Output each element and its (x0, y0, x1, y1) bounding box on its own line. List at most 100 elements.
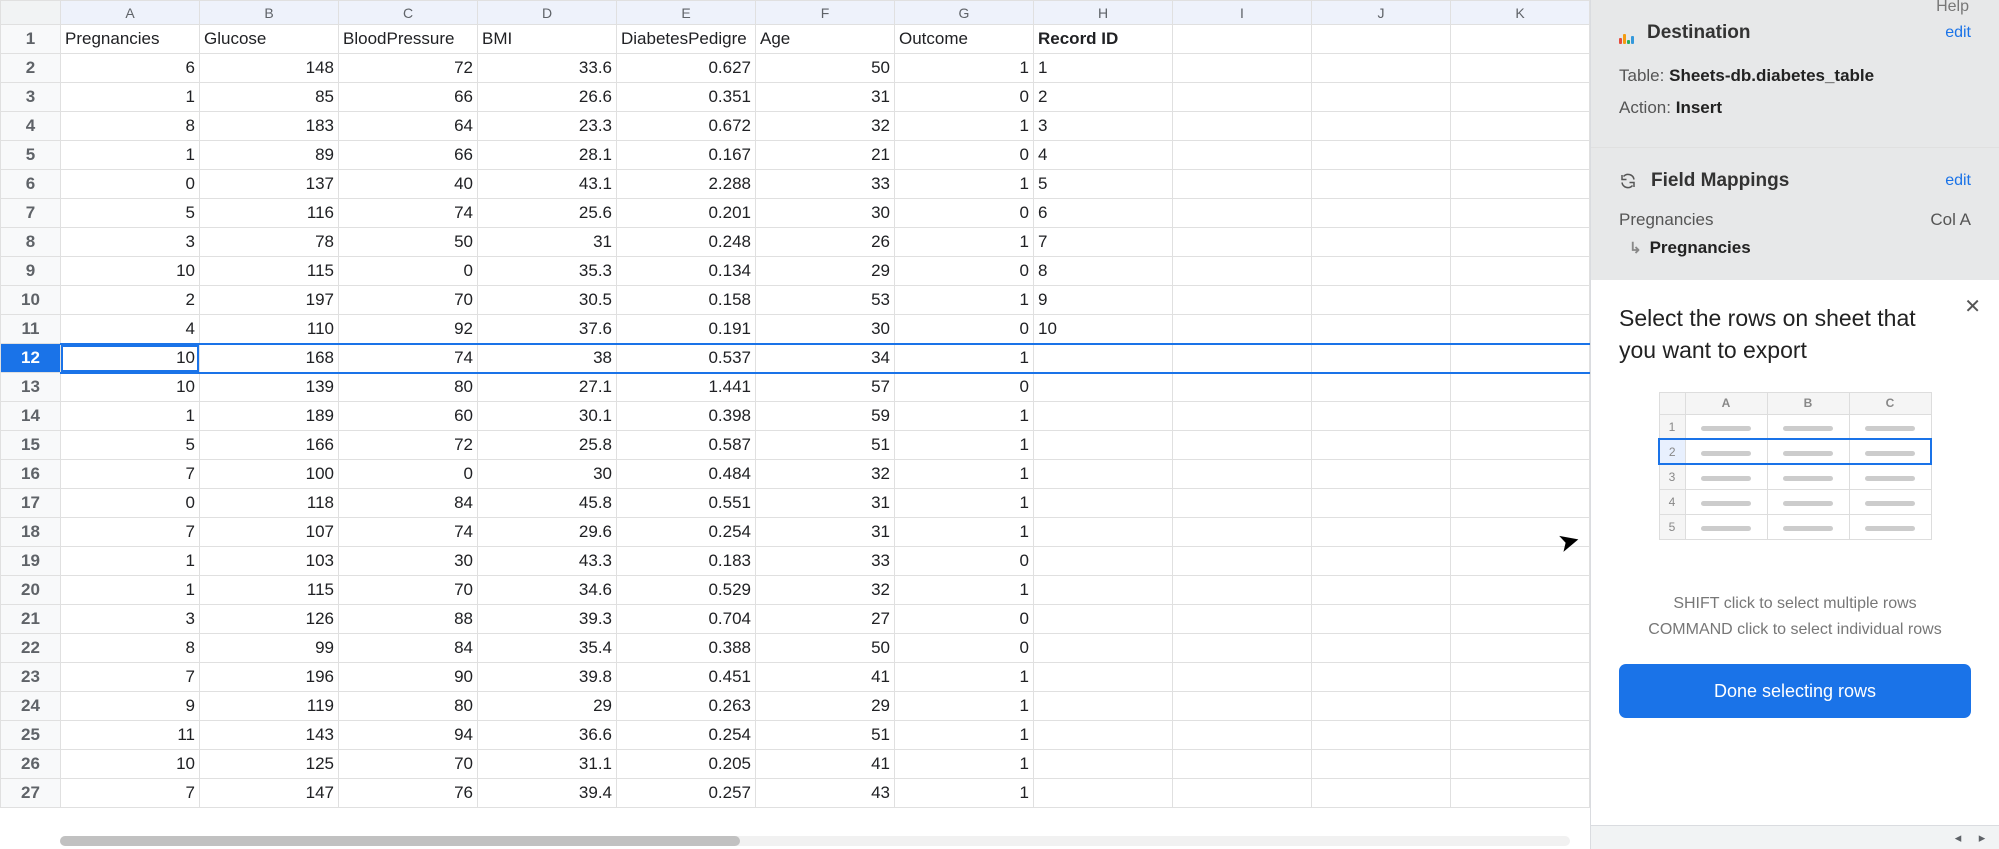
cell[interactable]: 10 (61, 257, 200, 286)
cell[interactable] (1173, 460, 1312, 489)
cell[interactable] (1173, 721, 1312, 750)
cell[interactable]: 50 (756, 634, 895, 663)
cell[interactable] (1312, 663, 1451, 692)
row-header[interactable]: 13 (1, 373, 61, 402)
cell[interactable] (1173, 54, 1312, 83)
cell[interactable] (1312, 605, 1451, 634)
cell[interactable]: 147 (200, 779, 339, 808)
cell[interactable] (1312, 257, 1451, 286)
row-header[interactable]: 1 (1, 25, 61, 54)
cell[interactable] (1312, 721, 1451, 750)
cell[interactable]: 1 (895, 721, 1034, 750)
cell[interactable]: 0.191 (617, 315, 756, 344)
row-header[interactable]: 2 (1, 54, 61, 83)
cell[interactable] (1173, 663, 1312, 692)
cell[interactable]: 11 (61, 721, 200, 750)
cell[interactable]: 30.1 (478, 402, 617, 431)
cell[interactable] (1312, 315, 1451, 344)
cell[interactable]: 3 (61, 605, 200, 634)
cell[interactable]: 64 (339, 112, 478, 141)
cell[interactable] (1312, 634, 1451, 663)
cell[interactable]: 34 (756, 344, 895, 373)
cell[interactable] (1451, 431, 1590, 460)
cell[interactable]: 53 (756, 286, 895, 315)
cell[interactable] (1312, 373, 1451, 402)
vertical-scrollbar[interactable] (1574, 24, 1590, 829)
cell[interactable]: 2.288 (617, 170, 756, 199)
tab-prev-button[interactable]: ◂ (1949, 829, 1967, 847)
cell[interactable] (1451, 257, 1590, 286)
row-header[interactable]: 8 (1, 228, 61, 257)
cell[interactable]: 0.201 (617, 199, 756, 228)
cell[interactable]: BMI (478, 25, 617, 54)
cell[interactable]: 1 (61, 402, 200, 431)
cell[interactable]: 0 (895, 257, 1034, 286)
cell[interactable]: 125 (200, 750, 339, 779)
cell[interactable]: 0.451 (617, 663, 756, 692)
cell[interactable]: 1 (895, 286, 1034, 315)
cell[interactable] (1451, 779, 1590, 808)
cell[interactable]: 45.8 (478, 489, 617, 518)
cell[interactable]: Outcome (895, 25, 1034, 54)
cell[interactable]: 10 (1034, 315, 1173, 344)
cell[interactable] (1312, 199, 1451, 228)
cell[interactable] (1173, 228, 1312, 257)
cell[interactable]: 0.398 (617, 402, 756, 431)
cell[interactable]: 84 (339, 634, 478, 663)
cell[interactable]: 1 (895, 170, 1034, 199)
cell[interactable] (1312, 170, 1451, 199)
column-header-b[interactable]: B (200, 1, 339, 25)
cell[interactable]: 0 (895, 199, 1034, 228)
cell[interactable]: 2 (1034, 83, 1173, 112)
cell[interactable]: 1 (895, 112, 1034, 141)
cell[interactable]: 35.4 (478, 634, 617, 663)
cell[interactable]: 0 (895, 547, 1034, 576)
cell[interactable]: 137 (200, 170, 339, 199)
cell[interactable]: 107 (200, 518, 339, 547)
cell[interactable] (1173, 431, 1312, 460)
cell[interactable] (1173, 518, 1312, 547)
cell[interactable]: 0 (339, 460, 478, 489)
cell[interactable]: 26.6 (478, 83, 617, 112)
cell[interactable]: 1 (895, 431, 1034, 460)
cell[interactable]: DiabetesPedigre (617, 25, 756, 54)
cell[interactable] (1173, 83, 1312, 112)
cell[interactable] (1034, 489, 1173, 518)
cell[interactable]: 103 (200, 547, 339, 576)
cell[interactable]: 0.263 (617, 692, 756, 721)
cell[interactable]: 148 (200, 54, 339, 83)
cell[interactable] (1451, 228, 1590, 257)
cell[interactable]: 30 (756, 199, 895, 228)
cell[interactable] (1173, 750, 1312, 779)
cell[interactable]: 0.627 (617, 54, 756, 83)
cell[interactable] (1173, 199, 1312, 228)
cell[interactable]: 72 (339, 431, 478, 460)
cell[interactable]: 0.158 (617, 286, 756, 315)
cell[interactable]: 39.3 (478, 605, 617, 634)
cell[interactable] (1451, 576, 1590, 605)
row-header[interactable]: 3 (1, 83, 61, 112)
column-header-g[interactable]: G (895, 1, 1034, 25)
help-link[interactable]: Help (1936, 0, 1969, 16)
cell[interactable]: 0 (895, 634, 1034, 663)
cell[interactable]: 0.672 (617, 112, 756, 141)
cell[interactable]: 89 (200, 141, 339, 170)
cell[interactable]: 33 (756, 547, 895, 576)
cell[interactable]: 197 (200, 286, 339, 315)
cell[interactable]: 33 (756, 170, 895, 199)
cell[interactable]: 70 (339, 286, 478, 315)
cell[interactable]: 1 (895, 779, 1034, 808)
cell[interactable]: 88 (339, 605, 478, 634)
cell[interactable]: 50 (339, 228, 478, 257)
cell[interactable]: 23.3 (478, 112, 617, 141)
cell[interactable] (1312, 779, 1451, 808)
cell[interactable] (1173, 170, 1312, 199)
column-header-a[interactable]: A (61, 1, 200, 25)
cell[interactable] (1173, 605, 1312, 634)
cell[interactable]: 8 (1034, 257, 1173, 286)
cell[interactable]: 0 (895, 141, 1034, 170)
cell[interactable]: Age (756, 25, 895, 54)
row-header[interactable]: 7 (1, 199, 61, 228)
tab-next-button[interactable]: ▸ (1973, 829, 1991, 847)
cell[interactable] (1451, 373, 1590, 402)
